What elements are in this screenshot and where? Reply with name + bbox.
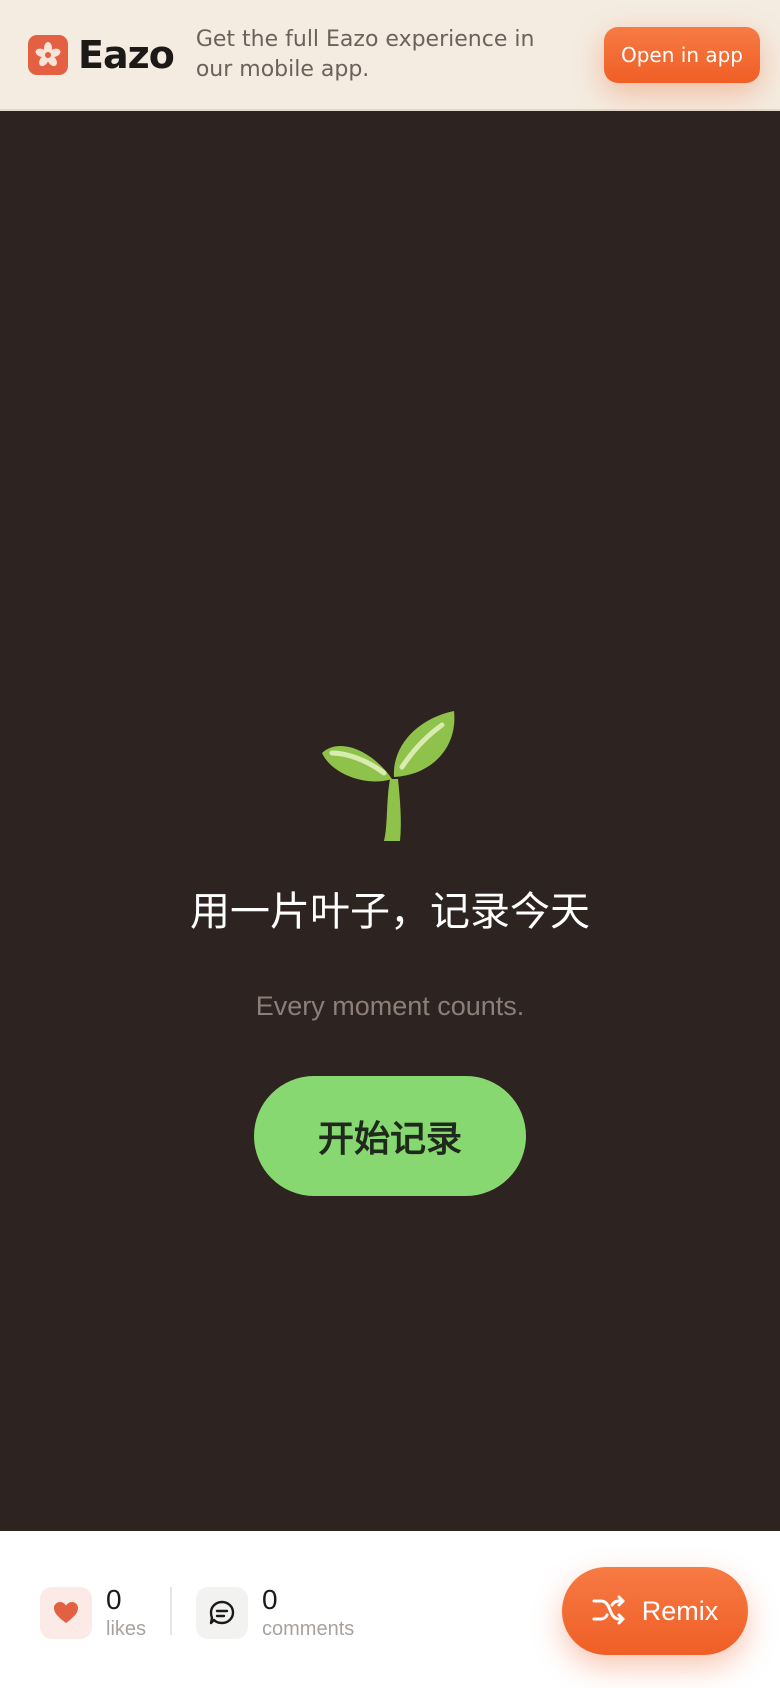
likes-stat[interactable]: 0 likes — [40, 1585, 146, 1641]
remix-button[interactable]: Remix — [562, 1567, 748, 1655]
eazo-logo-icon — [28, 34, 68, 75]
comments-stat[interactable]: 0 comments — [196, 1585, 354, 1641]
sprout-icon — [322, 711, 455, 841]
likes-label: likes — [106, 1618, 147, 1640]
banner-message: Get the full Eazo experience in our mobi… — [195, 26, 535, 82]
remix-label: Remix — [641, 1595, 719, 1626]
main-content: 用一片叶子，记录今天 Every moment counts. 开始记录 — [0, 111, 780, 1531]
shuffle-icon — [592, 1595, 626, 1628]
comments-label: comments — [262, 1618, 355, 1640]
bottom-bar: 0 likes 0 comments Remix — [0, 1531, 780, 1688]
app-banner: Eazo Get the full Eazo experience in our… — [0, 0, 780, 111]
headline: 用一片叶子，记录今天 — [190, 889, 590, 935]
heart-icon — [40, 1587, 92, 1639]
stat-divider — [170, 1587, 172, 1635]
brand-name: Eazo — [78, 32, 175, 77]
start-record-button[interactable]: 开始记录 — [254, 1076, 526, 1196]
comments-count: 0 — [262, 1584, 278, 1615]
comment-icon — [196, 1587, 248, 1639]
subline: Every moment counts. — [255, 991, 525, 1021]
brand[interactable]: Eazo — [28, 32, 175, 77]
page: Eazo Get the full Eazo experience in our… — [0, 0, 780, 1688]
open-in-app-button[interactable]: Open in app — [604, 26, 760, 83]
likes-count: 0 — [106, 1584, 122, 1615]
